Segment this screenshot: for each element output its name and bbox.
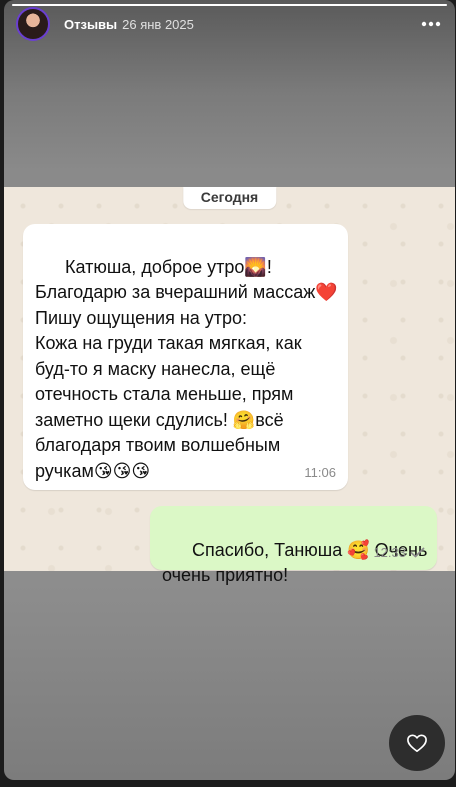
author-name[interactable]: Отзывы xyxy=(64,17,117,32)
chat-screenshot: Сегодня Катюша, доброе утро🌄! Благодарю … xyxy=(4,187,455,585)
heart-icon xyxy=(407,734,427,752)
message-time-text: 12:33 xyxy=(373,544,406,560)
like-button[interactable] xyxy=(389,715,445,771)
more-horizontal-icon xyxy=(421,21,441,27)
more-options-button[interactable] xyxy=(419,12,443,36)
single-check-icon xyxy=(410,547,425,558)
story-header: Отзывы 26 янв 2025 xyxy=(16,6,443,42)
message-time: 12:33 xyxy=(373,540,425,566)
post-date: 26 янв 2025 xyxy=(122,16,194,32)
avatar[interactable] xyxy=(16,7,50,41)
message-text: Катюша, доброе утро🌄! Благодарю за вчера… xyxy=(35,256,338,481)
date-separator: Сегодня xyxy=(182,187,277,209)
message-time-text: 11:06 xyxy=(304,464,336,480)
incoming-message: Катюша, доброе утро🌄! Благодарю за вчера… xyxy=(23,224,348,490)
message-time: 11:06 xyxy=(304,460,336,486)
outgoing-message: Спасибо, Танюша 🥰 Очень очень приятно! 1… xyxy=(150,506,437,585)
story-card: Отзывы 26 янв 2025 Сегодня Катюша, добро… xyxy=(4,0,455,780)
